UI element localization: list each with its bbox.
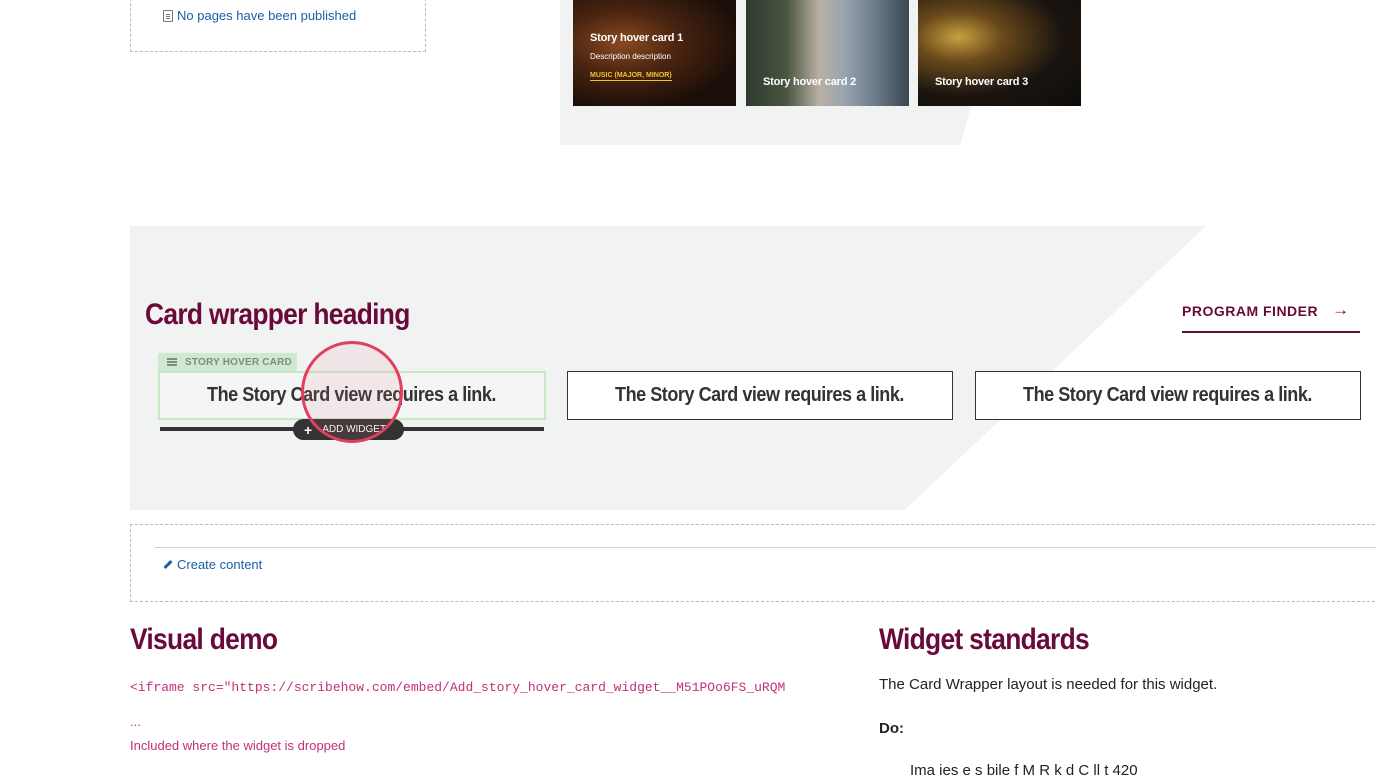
card-wrapper-heading: Card wrapper heading [145, 298, 410, 331]
create-content-link[interactable]: Create content [163, 557, 262, 572]
card-photo-students [746, 0, 909, 106]
widget-label-text: STORY HOVER CARD [185, 356, 292, 368]
program-finder-label: PROGRAM FINDER [1182, 303, 1319, 319]
no-pages-label: No pages have been published [177, 8, 357, 23]
story-card-slot-2[interactable]: The Story Card view requires a link. [567, 371, 953, 420]
program-finder-link[interactable]: PROGRAM FINDER → [1182, 300, 1360, 333]
story-card-message: The Story Card view requires a link. [615, 384, 905, 406]
iframe-code-snippet: <iframe src="https://scribehow.com/embed… [130, 680, 786, 695]
story-hover-card-widget-label[interactable]: STORY HOVER CARD [158, 353, 297, 371]
story-hover-card-3[interactable]: Story hover card 3 [918, 0, 1081, 106]
story-hover-card-2[interactable]: Story hover card 2 [746, 0, 909, 106]
pencil-icon [163, 559, 173, 570]
widget-standards-text: The Card Wrapper layout is needed for th… [879, 676, 1218, 693]
card-title: Story hover card 1 [590, 32, 683, 44]
card-title: Story hover card 3 [935, 76, 1028, 88]
cut-off-list-item: Ima ies e s bile f M R k d C ll t 420 [910, 762, 1138, 779]
document-icon [163, 9, 173, 22]
story-card-message: The Story Card view requires a link. [1023, 384, 1313, 406]
included-note: Included where the widget is dropped [130, 738, 346, 753]
arrow-right-icon: → [1332, 300, 1350, 319]
click-highlight-ring [301, 341, 403, 443]
create-content-region [130, 524, 1376, 602]
no-pages-link[interactable]: No pages have been published [163, 8, 356, 23]
do-label: Do: [879, 720, 904, 737]
create-content-label: Create content [177, 557, 263, 572]
visual-demo-heading: Visual demo [130, 623, 278, 656]
story-card-slot-3[interactable]: The Story Card view requires a link. [975, 371, 1361, 420]
code-ellipsis: ... [130, 714, 141, 729]
region-divider [155, 547, 1376, 548]
story-hover-card-1[interactable]: Story hover card 1 Description descripti… [573, 0, 736, 106]
widget-standards-heading: Widget standards [879, 623, 1090, 656]
card-tag: MUSIC (MAJOR, MINOR) [590, 72, 672, 81]
card-photo-saxophone [918, 0, 1081, 106]
card-title: Story hover card 2 [763, 76, 856, 88]
plus-icon: + [304, 421, 313, 438]
drag-handle-icon[interactable] [167, 361, 177, 363]
card-description: Description description [590, 52, 671, 61]
